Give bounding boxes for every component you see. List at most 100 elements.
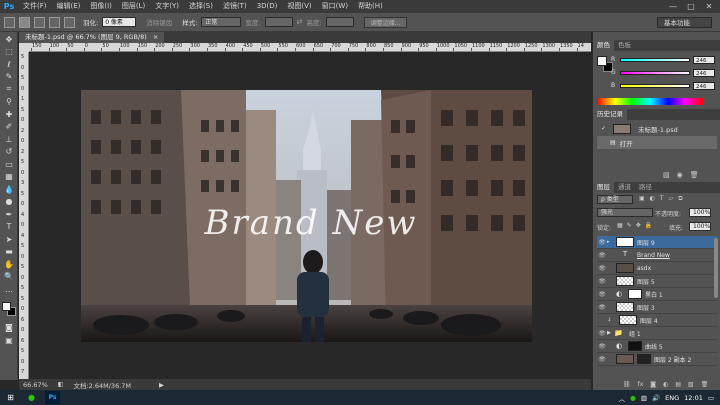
zoom-level[interactable]: 66.67% xyxy=(23,381,48,389)
layer-mask-thumbnail[interactable] xyxy=(628,341,642,351)
screen-mode-icon[interactable]: ▣ xyxy=(2,335,16,346)
layer-row-group1[interactable]: 👁 ▶ 📁 组 1 xyxy=(597,327,717,340)
add-selection-icon[interactable] xyxy=(34,16,45,28)
add-mask-icon[interactable]: ◙ xyxy=(650,381,656,388)
maximize-button[interactable]: □ xyxy=(682,0,700,13)
green-slider[interactable] xyxy=(620,70,690,75)
tab-channels[interactable]: 通道 xyxy=(614,182,635,193)
visibility-eye-icon[interactable]: 👁 xyxy=(597,252,607,259)
visibility-eye-icon[interactable]: 👁 xyxy=(597,343,607,350)
horizontal-ruler[interactable]: 150 100 50 0 50 100 150 200 250 300 350 400 450 500 55… xyxy=(29,43,591,52)
menu-select[interactable]: 选择(S) xyxy=(184,0,218,13)
quick-mask-icon[interactable]: ◙ xyxy=(2,322,16,333)
menu-3d[interactable]: 3D(D) xyxy=(252,0,283,13)
red-slider[interactable] xyxy=(620,57,690,62)
layer-name[interactable]: 图层 3 xyxy=(637,303,655,312)
history-brush-source-icon[interactable]: ✓ xyxy=(601,125,606,132)
layer-name[interactable]: 图层 5 xyxy=(637,277,655,286)
menu-view[interactable]: 视图(V) xyxy=(282,0,316,13)
new-group-icon[interactable]: ▤ xyxy=(675,381,681,388)
layer-row-2-copy2[interactable]: 👁 图层 2 副本 2 xyxy=(597,353,717,366)
opacity-input[interactable]: 100% xyxy=(689,208,711,217)
layer-row-bw1[interactable]: 👁 ◐ 黑白 1 xyxy=(597,288,717,301)
photoshop-taskbar-icon[interactable]: Ps xyxy=(45,391,60,404)
brush-tool-icon[interactable]: ✐ xyxy=(2,121,16,132)
foreground-swatch[interactable] xyxy=(597,56,607,66)
layer-name[interactable]: 图层 2 副本 2 xyxy=(654,355,691,364)
green-value[interactable]: 246 xyxy=(693,68,715,77)
link-layers-icon[interactable]: ⛓ xyxy=(623,381,631,388)
visibility-eye-icon[interactable]: 👁 xyxy=(597,356,607,363)
hand-tool-icon[interactable]: ✋ xyxy=(2,259,16,270)
delete-layer-icon[interactable]: 🗑 xyxy=(701,381,709,388)
foreground-color-swatch[interactable] xyxy=(2,301,11,311)
color-spectrum[interactable] xyxy=(597,98,703,105)
menu-window[interactable]: 窗口(W) xyxy=(317,0,353,13)
blue-value[interactable]: 246 xyxy=(693,81,715,90)
layer-row-curves5[interactable]: 👁 ◐ 曲线 5 xyxy=(597,340,717,353)
layer-kind-filter[interactable]: ρ 类型 xyxy=(597,195,633,204)
menu-edit[interactable]: 编辑(E) xyxy=(52,0,86,13)
layer-name[interactable]: 图层 4 xyxy=(640,316,658,325)
layer-name[interactable]: asdx xyxy=(637,265,651,272)
more-tools-icon[interactable]: … xyxy=(2,284,16,295)
layer-mask-thumbnail[interactable] xyxy=(628,289,642,299)
filter-smart-icon[interactable]: ⧉ xyxy=(678,195,682,203)
group-expand-icon[interactable]: ▶ xyxy=(607,330,614,336)
antialias-checkbox[interactable]: 消除锯齿 xyxy=(146,17,172,27)
delete-history-icon[interactable]: 🗑 xyxy=(690,171,699,179)
intersect-selection-icon[interactable] xyxy=(64,16,75,28)
tray-app-icon[interactable]: ● xyxy=(630,394,636,402)
height-input[interactable] xyxy=(325,17,354,27)
visibility-eye-icon[interactable]: 👁 xyxy=(597,265,607,272)
layer-style-icon[interactable]: fx xyxy=(638,381,644,388)
lock-transparent-icon[interactable]: ▦ xyxy=(617,222,623,229)
layer-name[interactable]: 图层 9 xyxy=(637,238,655,247)
visibility-eye-icon[interactable]: 👁 xyxy=(597,304,607,311)
move-tool-icon[interactable]: ✥ xyxy=(2,34,16,45)
canvas-text-layer[interactable]: Brand New xyxy=(181,203,441,243)
subtract-selection-icon[interactable] xyxy=(49,16,60,28)
new-selection-icon[interactable] xyxy=(19,16,30,28)
lock-all-icon[interactable]: 🔒 xyxy=(645,222,652,229)
feather-input[interactable]: 0 像素 xyxy=(102,17,137,27)
lock-position-icon[interactable]: ✥ xyxy=(636,222,641,229)
workspace-select[interactable]: 基本功能 xyxy=(657,17,712,28)
shape-tool-icon[interactable]: ▬ xyxy=(2,246,16,257)
menu-file[interactable]: 文件(F) xyxy=(18,0,52,13)
filter-type-icon[interactable]: T xyxy=(660,195,664,203)
layer-row-asdx[interactable]: 👁 asdx xyxy=(597,262,717,275)
history-brush-tool-icon[interactable]: ↺ xyxy=(2,146,16,157)
visibility-eye-icon[interactable]: 👁 xyxy=(597,278,607,285)
clone-stamp-tool-icon[interactable]: ⊥ xyxy=(2,134,16,145)
minimize-button[interactable]: — xyxy=(664,0,682,13)
layer-name[interactable]: 黑白 1 xyxy=(645,290,663,299)
layer-row-4[interactable]: ↓ 图层 4 xyxy=(597,314,717,327)
ruler-corner[interactable] xyxy=(19,43,29,52)
volume-icon[interactable]: 🔊 xyxy=(652,394,660,402)
swap-icon[interactable]: ⇄ xyxy=(297,18,303,26)
layers-scrollbar[interactable] xyxy=(714,238,718,298)
windows-start-icon[interactable]: ⊞ xyxy=(3,391,18,404)
tab-close-icon[interactable]: × xyxy=(153,33,158,41)
new-layer-icon[interactable]: ▧ xyxy=(688,381,694,388)
tab-layers[interactable]: 图层 xyxy=(593,182,614,193)
status-info-icon[interactable]: ◧ xyxy=(58,381,64,388)
filter-adjust-icon[interactable]: ◐ xyxy=(650,195,655,203)
marquee-preset-icon[interactable] xyxy=(4,16,15,28)
vertical-ruler[interactable]: 5 0 5 0 1 5 0 2 0 2 5 0 3 5 0 4 0 4 5 0 5 0 5 5 0 6 0 6 5 0 7 xyxy=(19,52,29,379)
quick-select-tool-icon[interactable]: ✎ xyxy=(2,71,16,82)
menu-layer[interactable]: 图层(L) xyxy=(117,0,150,13)
status-menu-arrow-icon[interactable]: ▶ xyxy=(159,381,164,389)
document-tab[interactable]: 未标题-1.psd @ 66.7% (图层 9, RGB/8) × xyxy=(19,32,165,43)
input-method[interactable]: ENG xyxy=(665,394,679,402)
gradient-tool-icon[interactable]: ▦ xyxy=(2,171,16,182)
lock-pixels-icon[interactable]: ✎ xyxy=(627,222,632,229)
blur-tool-icon[interactable]: 💧 xyxy=(2,184,16,195)
path-select-tool-icon[interactable]: ➤ xyxy=(2,234,16,245)
tab-history[interactable]: 历史记录 xyxy=(593,109,627,120)
filter-pixel-icon[interactable]: ▣ xyxy=(639,195,645,203)
tab-color[interactable]: 颜色 xyxy=(593,40,614,51)
eyedropper-tool-icon[interactable]: ⚲ xyxy=(2,96,16,107)
menu-filter[interactable]: 滤镜(T) xyxy=(218,0,252,13)
